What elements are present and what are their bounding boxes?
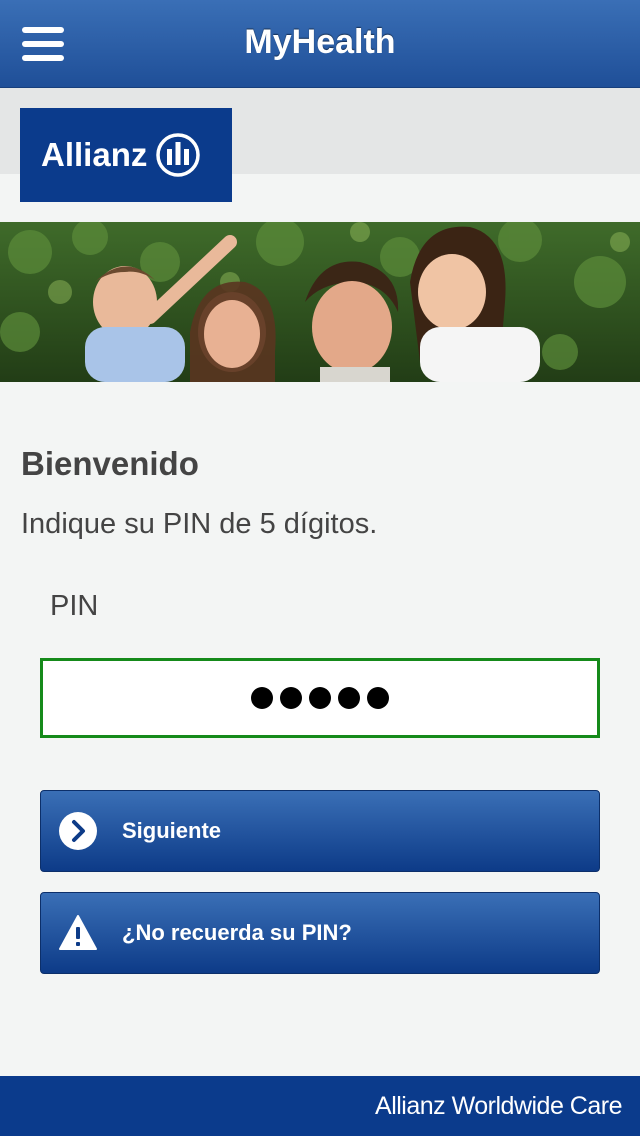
family-photo-banner [0,222,640,382]
logo-text: Allianz [41,136,148,173]
pin-dot [309,687,331,709]
pin-input[interactable] [40,658,600,738]
warning-triangle-icon [59,915,97,950]
next-button[interactable]: Siguiente [40,790,600,872]
pin-dot [251,687,273,709]
footer-brand-text: Allianz Worldwide Care [375,1092,622,1120]
pin-masked-digits [251,687,389,709]
pin-dot [338,687,360,709]
pin-instruction-text: Indique su PIN de 5 dígitos. [21,508,378,540]
allianz-logo: Allianz [20,108,232,202]
next-button-label: Siguiente [122,818,222,843]
app-title: MyHealth [244,23,396,61]
footer-bar: Allianz Worldwide Care [0,1076,640,1136]
pin-label: PIN [50,590,99,622]
forgot-pin-button-label: ¿No recuerda su PIN? [122,920,352,945]
top-app-bar: MyHealth [0,0,640,88]
chevron-right-circle-icon [59,812,97,850]
allianz-eagle-mark-icon [156,133,201,177]
pin-dot [367,687,389,709]
forgot-pin-button[interactable]: ¿No recuerda su PIN? [40,892,600,974]
banner-illustration [0,222,640,382]
welcome-heading: Bienvenido [21,445,199,482]
pin-dot [280,687,302,709]
